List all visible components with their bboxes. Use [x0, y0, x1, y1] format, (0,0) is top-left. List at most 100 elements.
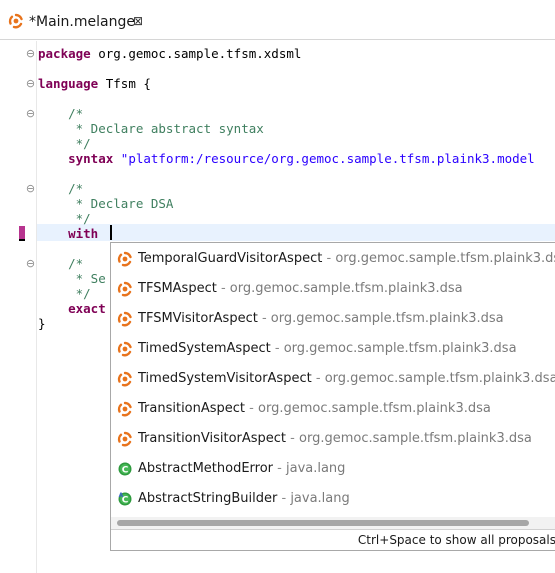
proposal-name: AbstractStringBuilder	[138, 491, 278, 506]
aspect-icon	[117, 401, 133, 417]
class-icon: C	[117, 461, 133, 477]
proposal-text: TFSMVisitorAspect - org.gemoc.sample.tfs…	[138, 311, 504, 326]
code-line[interactable]: package org.gemoc.sample.tfsm.xdsml	[38, 46, 301, 61]
proposal-item[interactable]: TFSMAspect - org.gemoc.sample.tfsm.plain…	[111, 276, 555, 302]
proposal-item[interactable]: TemporalGuardVisitorAspect - org.gemoc.s…	[111, 246, 555, 272]
comment-token: * Declare DSA	[38, 196, 174, 211]
proposal-separator: -	[286, 431, 299, 446]
code-token: org.gemoc.sample.tfsm.xdsml	[90, 46, 302, 61]
aspect-icon	[117, 251, 133, 267]
proposal-separator: -	[270, 341, 284, 356]
proposal-text: AbstractStringBuilder - java.lang	[138, 491, 350, 506]
comment-token: */	[38, 211, 91, 226]
proposal-name: TFSMVisitorAspect	[138, 311, 258, 326]
proposal-item[interactable]: TFSMVisitorAspect - org.gemoc.sample.tfs…	[111, 306, 555, 332]
code-line[interactable]: */	[38, 136, 91, 151]
proposal-item[interactable]: TimedSystemVisitorAspect - org.gemoc.sam…	[111, 366, 555, 392]
proposal-package: java.lang	[290, 491, 350, 506]
proposal-separator: -	[322, 251, 336, 266]
proposal-item[interactable]: TimedSystemAspect - org.gemoc.sample.tfs…	[111, 336, 555, 362]
popup-status-bar: Ctrl+Space to show all proposals	[111, 529, 555, 550]
current-line-highlight	[37, 224, 555, 241]
proposal-text: TemporalGuardVisitorAspect - org.gemoc.s…	[138, 251, 555, 266]
proposal-name: TransitionAspect	[138, 401, 246, 416]
proposal-item[interactable]: TransitionAspect - org.gemoc.sample.tfsm…	[111, 396, 555, 422]
proposal-name: TemporalGuardVisitorAspect	[138, 251, 323, 266]
proposal-item[interactable]: TransitionVisitorAspect - org.gemoc.samp…	[111, 426, 555, 452]
proposal-name: TFSMAspect	[138, 281, 217, 296]
proposal-separator: -	[245, 401, 258, 416]
aspect-icon	[117, 431, 133, 447]
proposal-item[interactable]: C AbstractMethodError - java.lang	[111, 456, 555, 482]
code-line[interactable]: with	[38, 226, 106, 241]
proposal-package: org.gemoc.sample.tfsm.plaink3.dsa	[283, 341, 517, 356]
editor-tab-main-melange[interactable]: *Main.melange ⊠	[0, 0, 150, 39]
code-line[interactable]: * Declare abstract syntax	[38, 121, 264, 136]
keyword-token: language	[38, 76, 99, 91]
tab-title: *Main.melange	[29, 14, 135, 30]
comment-token: */	[38, 136, 91, 151]
fold-toggle-icon[interactable]: ⊖	[25, 78, 36, 89]
ruler-divider	[36, 41, 37, 573]
editor-ruler	[0, 41, 36, 573]
proposal-text: TimedSystemAspect - org.gemoc.sample.tfs…	[138, 341, 517, 356]
code-line[interactable]: /*	[38, 181, 83, 196]
proposal-separator: -	[216, 281, 230, 296]
code-line[interactable]: * Declare DSA	[38, 196, 174, 211]
code-line[interactable]: syntax "platform:/resource/org.gemoc.sam…	[38, 151, 535, 166]
proposal-package: org.gemoc.sample.tfsm.plaink3.dsa	[270, 311, 504, 326]
aspect-icon	[117, 341, 133, 357]
proposal-text: TimedSystemVisitorAspect - org.gemoc.sam…	[138, 371, 555, 386]
proposal-separator: -	[257, 311, 271, 326]
proposal-name: TimedSystemVisitorAspect	[138, 371, 312, 386]
keyword-token: syntax	[68, 151, 114, 166]
code-line[interactable]: exact	[38, 301, 106, 316]
quick-diff-change-marker	[19, 226, 25, 240]
show-all-proposals-hint: Ctrl+Space to show all proposals	[357, 533, 555, 547]
aspect-icon	[117, 311, 133, 327]
fold-toggle-icon[interactable]: ⊖	[25, 183, 36, 194]
code-token: }	[38, 316, 46, 331]
code-line[interactable]: * Se	[38, 271, 106, 286]
proposal-package: org.gemoc.sample.tfsm.plaink3.dsa	[229, 281, 463, 296]
fold-toggle-icon[interactable]: ⊖	[25, 108, 36, 119]
content-assist-popup[interactable]: TemporalGuardVisitorAspect - org.gemoc.s…	[110, 242, 555, 551]
code-line[interactable]: */	[38, 211, 91, 226]
keyword-token: with	[68, 226, 99, 241]
proposal-text: TransitionAspect - org.gemoc.sample.tfsm…	[138, 401, 491, 416]
proposal-separator: -	[277, 491, 291, 506]
text-caret	[110, 225, 112, 240]
proposal-package: java.lang	[285, 461, 346, 476]
fold-toggle-icon[interactable]: ⊖	[25, 48, 36, 59]
keyword-token: package	[38, 46, 91, 61]
proposal-package: org.gemoc.sample.tfsm.plaink3.dsa	[299, 431, 532, 446]
horizontal-scrollbar[interactable]	[111, 517, 555, 529]
proposal-package: org.gemoc.sample.tfsm.plaink3.dsa	[324, 371, 555, 386]
comment-token: /*	[38, 181, 84, 196]
proposal-package: org.gemoc.sample.tfsm.plaink3.dsa	[258, 401, 491, 416]
code-line[interactable]: /*	[38, 256, 83, 271]
tab-divider	[0, 39, 555, 40]
code-line[interactable]: */	[38, 286, 91, 301]
comment-token: * Declare abstract syntax	[38, 121, 264, 136]
code-line[interactable]: }	[38, 316, 46, 331]
proposal-text: AbstractMethodError - java.lang	[138, 461, 345, 476]
proposal-text: TFSMAspect - org.gemoc.sample.tfsm.plain…	[138, 281, 463, 296]
keyword-token: exact	[68, 301, 106, 316]
melange-file-icon	[8, 13, 23, 29]
scrollbar-thumb[interactable]	[117, 520, 529, 526]
close-icon[interactable]: ⊠	[132, 15, 144, 27]
abstract-class-icon: CA	[117, 491, 133, 507]
proposal-name: TimedSystemAspect	[138, 341, 271, 356]
proposal-name: TransitionVisitorAspect	[138, 431, 287, 446]
string-token: "platform:/resource/org.gemoc.sample.tfs…	[120, 151, 535, 166]
proposal-item[interactable]: C A AbstractStringBuilder - java.lang	[111, 486, 555, 512]
code-line[interactable]: /*	[38, 106, 83, 121]
code-line[interactable]: language Tfsm {	[38, 76, 151, 91]
fold-toggle-icon[interactable]: ⊖	[25, 258, 36, 269]
comment-token: /*	[38, 256, 84, 271]
